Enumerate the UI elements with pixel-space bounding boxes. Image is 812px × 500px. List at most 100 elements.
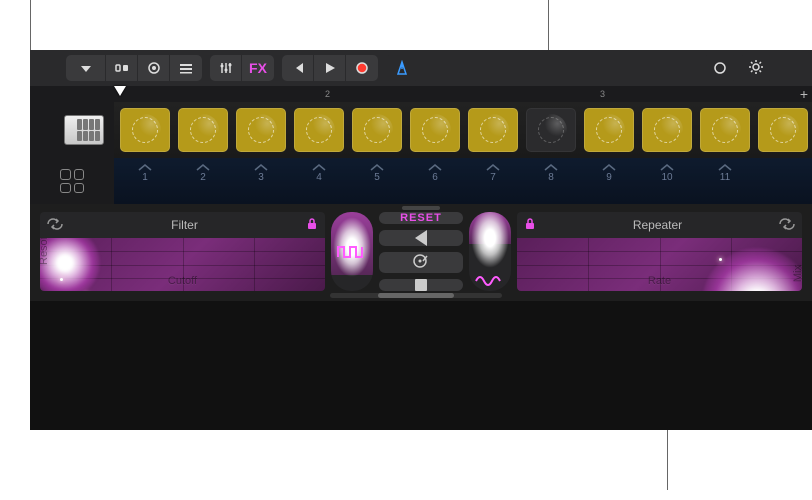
chevron-up-icon — [311, 162, 327, 172]
filter-title: Filter — [64, 218, 305, 232]
chevron-up-icon — [427, 162, 443, 172]
loop-button[interactable] — [704, 55, 736, 81]
list-view-button[interactable] — [170, 55, 202, 81]
trigger-number: 1 — [142, 172, 148, 183]
toolbar-group-mixer: FX — [210, 55, 274, 81]
timeline-ruler[interactable]: 2 3 + — [30, 86, 812, 102]
stop-button[interactable] — [379, 279, 463, 291]
panel-grab-handle[interactable] — [402, 206, 440, 210]
live-loop-cell[interactable] — [352, 108, 402, 152]
trigger-number: 8 — [548, 172, 554, 183]
trigger-number: 9 — [606, 172, 612, 183]
live-loop-cell[interactable] — [584, 108, 634, 152]
filter-pad-section: Filter Cutoff Resonance — [40, 212, 325, 291]
live-loop-cell[interactable] — [758, 108, 808, 152]
mixer-button[interactable] — [210, 55, 242, 81]
chevron-up-icon — [369, 162, 385, 172]
wobble-slider[interactable] — [469, 212, 511, 291]
toolbar-group-left — [66, 55, 202, 81]
rewind-button[interactable] — [282, 55, 314, 81]
filter-x-axis-label: Cutoff — [168, 275, 197, 287]
play-button[interactable] — [314, 55, 346, 81]
section-trigger[interactable]: 6 — [410, 162, 460, 204]
section-trigger[interactable]: 11 — [700, 162, 750, 204]
chevron-up-icon — [543, 162, 559, 172]
playhead-icon[interactable] — [114, 86, 126, 96]
settings-button[interactable] — [740, 55, 772, 81]
ruler-mark: 3 — [600, 89, 605, 99]
filter-header: Filter — [40, 212, 325, 238]
reset-button[interactable]: RESET — [379, 212, 463, 224]
trigger-number: 10 — [661, 172, 672, 183]
loop-progress-icon — [712, 117, 738, 143]
trigger-number: 11 — [720, 172, 730, 183]
add-section-button[interactable]: + — [800, 86, 808, 102]
section-trigger[interactable]: 4 — [294, 162, 344, 204]
section-trigger[interactable]: 9 — [584, 162, 634, 204]
fx-scrollbar[interactable] — [330, 293, 502, 298]
fx-button[interactable]: FX — [242, 55, 274, 81]
loop-progress-icon — [596, 117, 622, 143]
lock-icon[interactable] — [305, 217, 319, 234]
chevron-up-icon — [717, 162, 733, 172]
repeater-pad-section: Repeater Rate Mix — [517, 212, 802, 291]
section-trigger[interactable]: 3 — [236, 162, 286, 204]
turntable-icon — [412, 252, 430, 273]
menu-dropdown-button[interactable] — [66, 55, 106, 81]
live-loop-cell[interactable] — [700, 108, 750, 152]
cycle-right-icon[interactable] — [778, 217, 796, 234]
cycle-left-icon[interactable] — [46, 217, 64, 234]
repeater-xy-pad[interactable]: Rate Mix — [517, 238, 802, 291]
trigger-number: 7 — [490, 172, 496, 183]
repeater-y-axis-label: Mix — [792, 265, 802, 282]
gear-icon — [748, 59, 764, 78]
filter-y-axis-label: Resonance — [40, 238, 50, 265]
section-trigger[interactable]: 7 — [468, 162, 518, 204]
scratch-button[interactable] — [379, 252, 463, 273]
toolbar: FX — [30, 50, 812, 86]
record-button[interactable] — [346, 55, 378, 81]
live-loop-cell[interactable] — [236, 108, 286, 152]
live-loop-cell[interactable] — [642, 108, 692, 152]
loop-progress-icon — [422, 117, 448, 143]
section-trigger[interactable]: 2 — [178, 162, 228, 204]
loop-progress-icon — [364, 117, 390, 143]
live-loop-cell[interactable] — [410, 108, 460, 152]
trigger-number: 5 — [374, 172, 380, 183]
repeater-header: Repeater — [517, 212, 802, 238]
trigger-number: 2 — [200, 172, 206, 183]
fx-panel: Filter Cutoff Resonance — [30, 204, 812, 301]
cell-row — [30, 102, 812, 158]
stop-icon — [415, 279, 427, 291]
gater-slider[interactable] — [331, 212, 373, 291]
live-loop-cell[interactable] — [294, 108, 344, 152]
transport-group — [282, 55, 378, 81]
browser-button[interactable] — [138, 55, 170, 81]
chevron-up-icon — [253, 162, 269, 172]
cell-edit-button[interactable] — [106, 55, 138, 81]
live-loop-cell[interactable] — [120, 108, 170, 152]
filter-xy-pad[interactable]: Cutoff Resonance — [40, 238, 325, 291]
reverse-icon — [415, 230, 427, 246]
live-loop-cell[interactable] — [468, 108, 518, 152]
live-loop-cell[interactable] — [178, 108, 228, 152]
callout-line — [667, 430, 668, 490]
section-trigger[interactable]: 1 — [120, 162, 170, 204]
chevron-up-icon — [601, 162, 617, 172]
chevron-up-icon — [659, 162, 675, 172]
apps-button[interactable] — [30, 158, 114, 204]
section-trigger[interactable]: 8 — [526, 162, 576, 204]
loop-progress-icon — [190, 117, 216, 143]
metronome-button[interactable] — [386, 55, 418, 81]
reverse-button[interactable] — [379, 230, 463, 246]
fx-center-controls: RESET — [331, 212, 511, 291]
lock-icon[interactable] — [523, 217, 537, 234]
section-trigger[interactable]: 5 — [352, 162, 402, 204]
chevron-up-icon — [195, 162, 211, 172]
track-header[interactable] — [30, 102, 114, 158]
loop-progress-icon — [248, 117, 274, 143]
live-loop-cell[interactable] — [526, 108, 576, 152]
callout-line — [30, 0, 31, 50]
section-trigger[interactable]: 10 — [642, 162, 692, 204]
repeater-title: Repeater — [537, 218, 778, 232]
